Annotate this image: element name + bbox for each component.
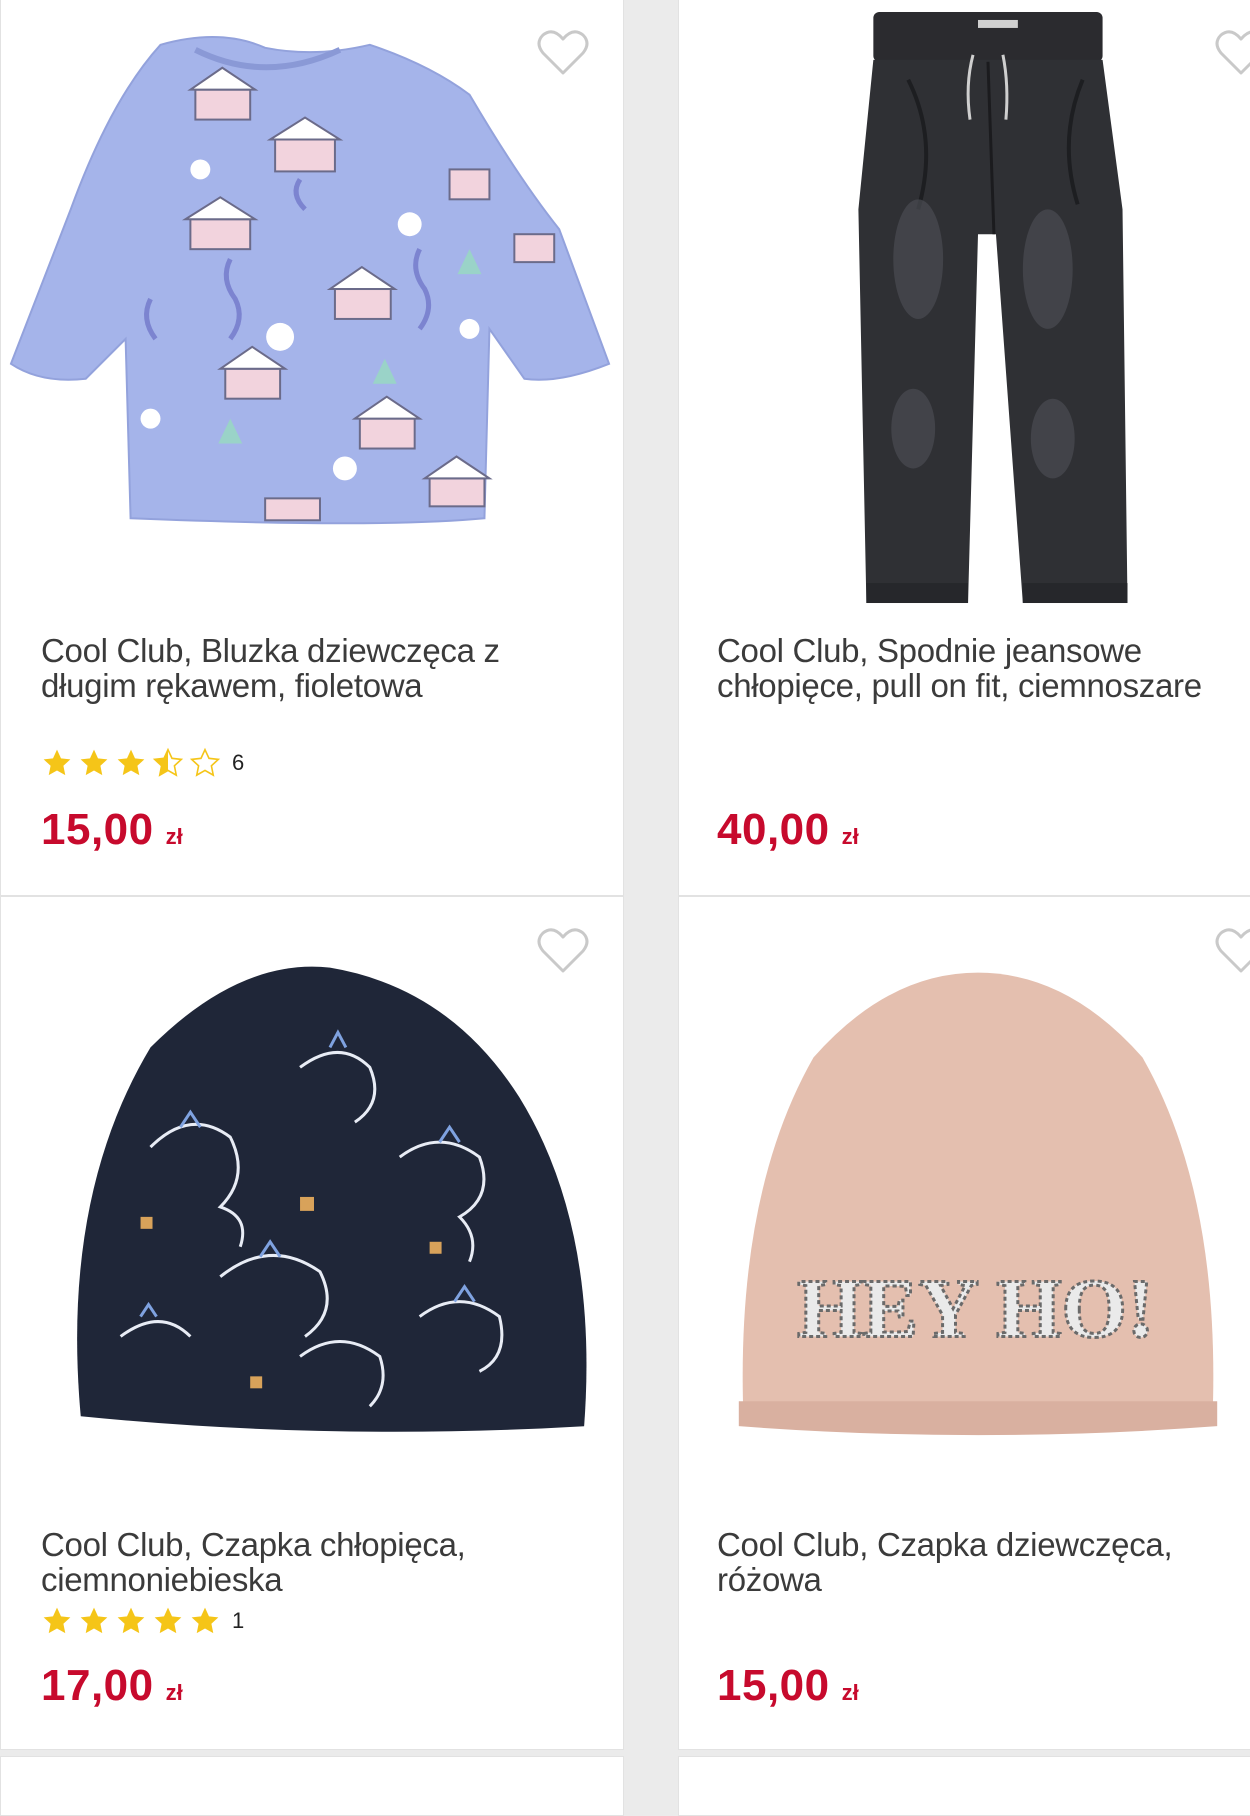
product-card-partial[interactable] <box>678 1756 1250 1816</box>
price-currency: zł <box>841 1680 859 1705</box>
product-title[interactable]: Cool Club, Czapka dziewczęca, różowa <box>717 1527 1250 1597</box>
star-icon <box>154 1607 182 1634</box>
heart-outline-icon[interactable] <box>537 927 589 975</box>
star-icon <box>80 749 108 776</box>
price-currency: zł <box>841 824 859 849</box>
product-price: 17,00 zł <box>41 1661 183 1711</box>
product-price: 15,00 zł <box>717 1661 859 1711</box>
rating-count: 1 <box>232 1608 245 1633</box>
price-currency: zł <box>165 824 183 849</box>
product-rating: 1 <box>41 1605 244 1637</box>
product-price: 40,00 zł <box>717 805 859 855</box>
heart-outline-icon[interactable] <box>1215 927 1250 975</box>
price-amount: 15,00 <box>41 805 154 854</box>
price-amount: 15,00 <box>717 1661 830 1710</box>
product-image[interactable]: HEY HO! <box>679 897 1250 1457</box>
star-icon <box>191 1607 219 1634</box>
product-image[interactable] <box>679 0 1250 619</box>
star-half-icon <box>152 747 184 777</box>
product-image[interactable] <box>1 897 623 1457</box>
price-currency: zł <box>165 1680 183 1705</box>
product-title[interactable]: Cool Club, Czapka chłopięca, ciemnoniebi… <box>41 1527 581 1597</box>
product-card[interactable]: HEY HO! Cool Club, Czapka dziewczęca, ró… <box>678 896 1250 1750</box>
product-price: 15,00 zł <box>41 805 183 855</box>
star-icon <box>43 749 71 776</box>
product-title[interactable]: Cool Club, Bluzka dziewczęca z długim rę… <box>41 633 581 703</box>
heart-outline-icon[interactable] <box>1215 29 1250 77</box>
product-card[interactable]: Cool Club, Spodnie jeansowe chłopięce, p… <box>678 0 1250 896</box>
product-title[interactable]: Cool Club, Spodnie jeansowe chłopięce, p… <box>717 633 1250 703</box>
product-card[interactable]: Cool Club, Bluzka dziewczęca z długim rę… <box>0 0 624 896</box>
star-icon <box>117 749 145 776</box>
price-amount: 17,00 <box>41 1661 154 1710</box>
star-empty-icon <box>189 747 221 777</box>
rating-count: 6 <box>232 750 245 775</box>
product-image[interactable] <box>1 0 623 599</box>
price-amount: 40,00 <box>717 805 830 854</box>
product-card-partial[interactable] <box>0 1756 624 1816</box>
heart-outline-icon[interactable] <box>537 29 589 77</box>
product-card[interactable]: Cool Club, Czapka chłopięca, ciemnoniebi… <box>0 896 624 1750</box>
product-rating: 6 <box>41 747 244 779</box>
star-icon <box>80 1607 108 1634</box>
hat-print-text: HEY HO! <box>797 1262 1154 1355</box>
star-icon <box>117 1607 145 1634</box>
star-icon <box>43 1607 71 1634</box>
